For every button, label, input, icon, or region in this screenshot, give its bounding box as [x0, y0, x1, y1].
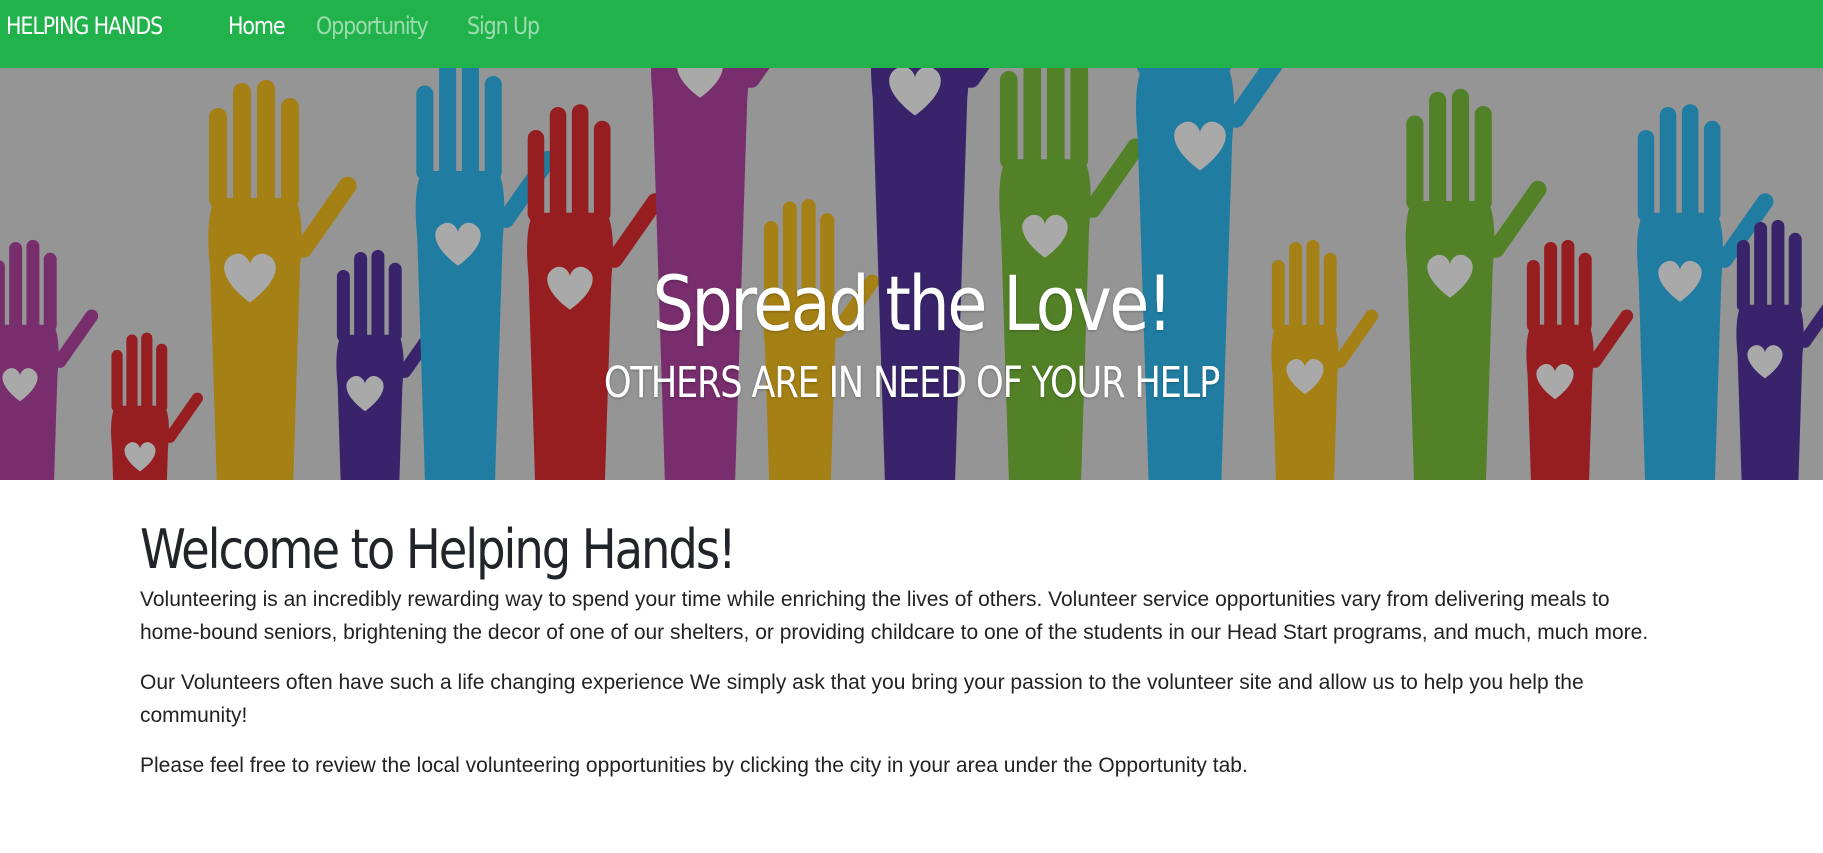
nav-link-home[interactable]: Home [228, 12, 286, 40]
brand-logo[interactable]: HELPING HANDS [6, 12, 163, 40]
main-content: Welcome to Helping Hands! Volunteering i… [140, 520, 1668, 799]
hero-title: Spread the Love! [652, 259, 1173, 348]
nav-links: Home Opportunity Sign Up [228, 12, 551, 40]
volunteers-paragraph: Our Volunteers often have such a life ch… [140, 671, 1584, 728]
nav-link-opportunity[interactable]: Opportunity [316, 12, 429, 40]
intro-paragraph: Volunteering is an incredibly rewarding … [140, 588, 1649, 645]
hero-banner: Spread the Love! OTHERS ARE IN NEED OF Y… [0, 68, 1823, 480]
hero-subtitle: OTHERS ARE IN NEED OF YOUR HELP [603, 358, 1220, 408]
opportunity-paragraph: Please feel free to review the local vol… [140, 754, 1248, 778]
nav-link-sign-up[interactable]: Sign Up [467, 12, 540, 40]
welcome-heading: Welcome to Helping Hands! [140, 518, 737, 581]
top-navbar: HELPING HANDS Home Opportunity Sign Up [0, 0, 1823, 68]
